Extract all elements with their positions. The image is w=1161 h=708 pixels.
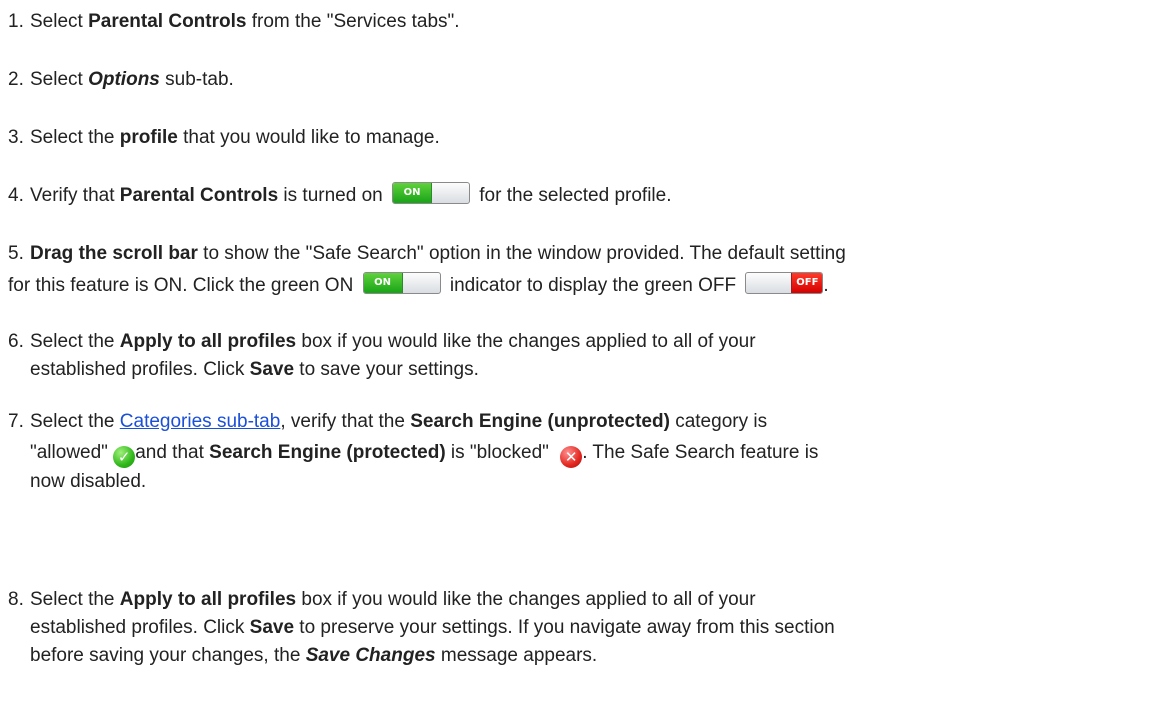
step-text: Select the [30, 589, 120, 610]
step-8: 8. Select the Apply to all profiles box i… [8, 586, 1156, 670]
toggle-off-label: OFF [791, 273, 823, 293]
step-7: 7. Select the Categories sub-tab, verify … [8, 408, 1156, 496]
step-number: 2. [8, 69, 24, 90]
step-text: now disabled. [30, 471, 147, 492]
categories-sub-tab-link[interactable]: Categories sub-tab [120, 411, 281, 432]
toggle-on-label: ON [393, 183, 432, 203]
step-text: before saving your changes, the [30, 645, 306, 666]
step-number: 7. [8, 411, 24, 432]
step-emphasis: Save [249, 359, 295, 380]
step-text: Verify that [30, 185, 120, 206]
step-text: . [823, 275, 829, 296]
step-emphasis: Parental Controls [88, 11, 247, 32]
step-2: 2. Select Options sub-tab. [8, 66, 1156, 94]
step-text: established profiles. Click [30, 359, 250, 380]
toggle-on-label: ON [363, 273, 403, 293]
toggle-off-icon: OFF [745, 272, 824, 294]
step-text: box if you would like the changes applie… [296, 589, 756, 610]
step-emphasis: Apply to all profiles [119, 331, 297, 352]
step-emphasis: Drag the scroll bar [30, 243, 198, 264]
step-text: . The Safe Search feature is [582, 442, 819, 463]
step-text: Select [30, 69, 89, 90]
step-emphasis: Save Changes [305, 645, 436, 666]
step-text: is turned on [278, 185, 388, 206]
step-text: to save your settings. [294, 359, 479, 380]
step-emphasis: profile [119, 127, 178, 148]
step-emphasis: Search Engine (unprotected) [410, 411, 670, 432]
step-5: 5. Drag the scroll bar to show the "Safe … [8, 240, 1156, 300]
help-page: 1. Select Parental Controls from the "Ser… [0, 0, 1161, 708]
step-emphasis: Parental Controls [119, 185, 279, 206]
x-icon: ✕ [560, 446, 583, 468]
step-number: 1. [8, 11, 24, 32]
step-3: 3. Select the profile that you would like… [8, 124, 1156, 152]
step-number: 6. [8, 331, 24, 352]
step-text: category is [669, 411, 768, 432]
step-text: box if you would like the changes applie… [296, 331, 756, 352]
step-text: Select the [30, 411, 120, 432]
step-text: indicator to display the green OFF [444, 275, 742, 296]
step-emphasis: Apply to all profiles [119, 589, 297, 610]
step-emphasis: Search Engine (protected) [209, 442, 446, 463]
step-emphasis: Options [88, 69, 160, 90]
step-text: for this feature is ON. Click the green … [8, 275, 359, 296]
step-text: , verify that the [280, 411, 411, 432]
step-text: to show the "Safe Search" option in the … [197, 243, 846, 264]
step-text: sub-tab. [159, 69, 234, 90]
step-text: and that [135, 442, 210, 463]
step-text: that you would like to manage. [177, 127, 440, 148]
step-text: message appears. [435, 645, 598, 666]
step-emphasis: Save [249, 617, 295, 638]
toggle-on-icon: ON [362, 272, 441, 294]
step-text: "allowed" [30, 442, 114, 463]
step-1: 1. Select Parental Controls from the "Ser… [8, 8, 1156, 36]
step-text: for the selected profile. [474, 185, 672, 206]
step-number: 3. [8, 127, 24, 148]
step-text: Select the [30, 331, 120, 352]
step-text: is "blocked" [445, 442, 555, 463]
step-text: established profiles. Click [30, 617, 250, 638]
step-text: from the "Services tabs". [246, 11, 460, 32]
step-number: 5. [8, 243, 24, 264]
step-number: 8. [8, 589, 24, 610]
step-text: Select [30, 11, 89, 32]
check-icon: ✓ [113, 446, 136, 468]
step-number: 4. [8, 185, 24, 206]
step-4: 4. Verify that Parental Controls is turne… [8, 182, 1156, 210]
toggle-on-icon: ON [392, 182, 470, 204]
step-6: 6. Select the Apply to all profiles box i… [8, 328, 1156, 384]
step-text: Select the [30, 127, 120, 148]
step-text: to preserve your settings. If you naviga… [294, 617, 835, 638]
